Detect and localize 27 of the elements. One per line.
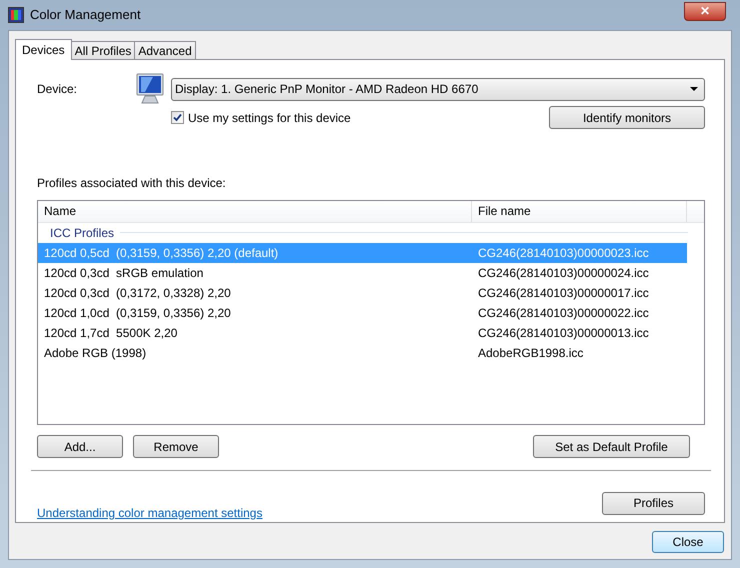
tab[interactable]: All Profiles <box>72 41 136 59</box>
profile-row[interactable]: 120cd 0,3cd sRGB emulation CG246(28140103)00000024.icc <box>38 262 687 283</box>
help-link[interactable]: Understanding color management settings <box>37 504 262 522</box>
window-title: Color Management <box>30 6 141 24</box>
monitor-icon <box>136 73 164 105</box>
profile-row[interactable]: Adobe RGB (1998) AdobeRGB1998.icc <box>38 342 687 363</box>
tab[interactable]: Devices <box>15 39 72 60</box>
close-button[interactable]: Close <box>652 531 724 553</box>
profiles-button[interactable]: Profiles <box>602 492 705 514</box>
dropdown-caret-icon <box>690 87 698 91</box>
profiles-label: Profiles associated with this device: <box>37 174 226 192</box>
device-dropdown[interactable]: Display: 1. Generic PnP Monitor - AMD Radeon HD 6670 <box>171 78 705 100</box>
remove-button[interactable]: Remove <box>133 435 219 458</box>
profile-row[interactable]: 120cd 1,0cd (0,3159, 0,3356) 2,20 CG246(28140103)00000022.icc <box>38 302 687 323</box>
tab[interactable]: Advanced <box>135 41 196 59</box>
identify-monitors-button[interactable]: Identify monitors <box>549 106 705 130</box>
profile-row[interactable]: 120cd 0,3cd (0,3172, 0,3328) 2,20 CG246(28140103)00000017.icc <box>38 282 687 303</box>
set-default-button[interactable]: Set as Default Profile <box>533 435 690 458</box>
settings-checkbox[interactable] <box>171 111 184 124</box>
color-app-icon <box>8 7 24 23</box>
column-header[interactable]: Name <box>38 200 472 222</box>
profile-row[interactable]: 120cd 1,7cd 5500K 2,20 CG246(28140103)00000013.icc <box>38 322 687 343</box>
device-label: Device: <box>37 81 78 98</box>
column-header[interactable]: File name <box>472 200 687 222</box>
group-header: ICC Profiles <box>50 224 114 242</box>
add-button[interactable]: Add... <box>37 435 123 458</box>
checkbox-label: Use my settings for this device <box>188 110 351 127</box>
